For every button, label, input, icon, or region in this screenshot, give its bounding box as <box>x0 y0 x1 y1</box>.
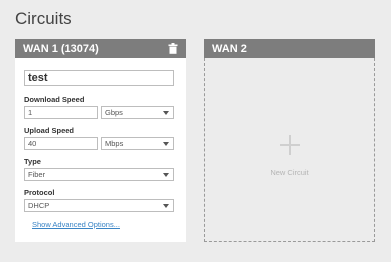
type-label: Type <box>24 157 41 166</box>
page-title: Circuits <box>15 9 72 28</box>
download-speed-input[interactable]: 1 <box>24 106 98 119</box>
download-unit-select[interactable]: Gbps <box>101 106 174 119</box>
type-select[interactable]: Fiber <box>24 168 174 181</box>
trash-icon[interactable] <box>168 43 178 54</box>
upload-speed-row: 40 Mbps <box>24 137 177 150</box>
show-advanced-options-link[interactable]: Show Advanced Options... <box>32 220 177 229</box>
wan2-title: WAN 2 <box>212 42 247 55</box>
download-speed-row: 1 Gbps <box>24 106 177 119</box>
wan1-card: WAN 1 (13074) Download Speed 1 Gbps Uplo… <box>15 39 186 242</box>
upload-unit-select[interactable]: Mbps <box>101 137 174 150</box>
plus-icon[interactable] <box>280 135 300 155</box>
wan1-header: WAN 1 (13074) <box>15 39 186 58</box>
download-speed-label: Download Speed <box>24 95 85 104</box>
protocol-label: Protocol <box>24 188 55 197</box>
wan2-card: WAN 2 New Circuit <box>204 39 375 242</box>
chevron-down-icon <box>163 204 169 208</box>
wan2-header: WAN 2 <box>204 39 375 58</box>
upload-speed-label: Upload Speed <box>24 126 75 135</box>
wan1-body: Download Speed 1 Gbps Upload Speed 40 Mb… <box>15 58 186 229</box>
chevron-down-icon <box>163 173 169 177</box>
circuit-name-input[interactable] <box>24 70 174 86</box>
protocol-select[interactable]: DHCP <box>24 199 174 212</box>
new-circuit-dropzone[interactable]: New Circuit <box>204 58 375 242</box>
new-circuit-label[interactable]: New Circuit <box>205 168 374 177</box>
chevron-down-icon <box>163 111 169 115</box>
wan1-title: WAN 1 (13074) <box>23 42 99 55</box>
upload-speed-input[interactable]: 40 <box>24 137 98 150</box>
chevron-down-icon <box>163 142 169 146</box>
